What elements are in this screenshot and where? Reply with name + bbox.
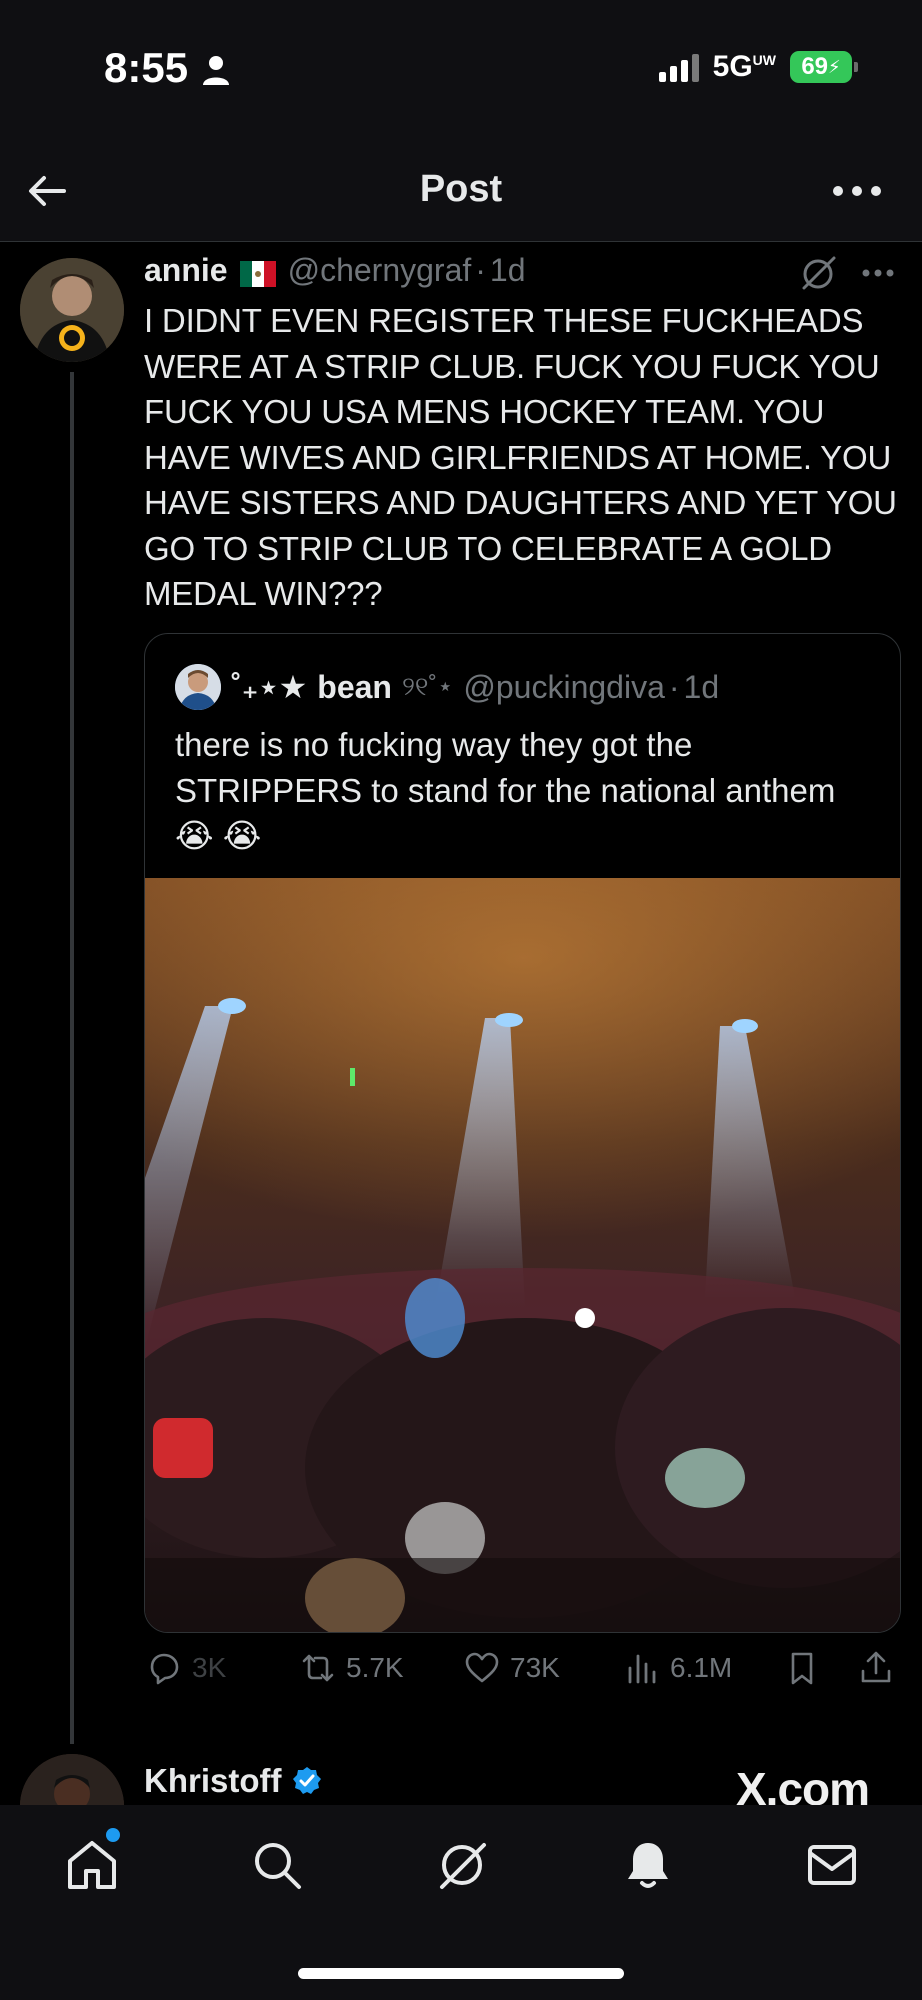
tweet-header: annie @chernygraf · 1d [144,252,526,289]
repost-icon [302,1654,334,1682]
heart-icon [465,1652,499,1683]
quote-name-suffix: ୨୧˚⋆ [401,671,454,701]
separator: · [475,252,486,288]
reply-count: 3K [192,1652,227,1683]
search-icon[interactable] [249,1837,305,1893]
grok-icon[interactable] [434,1837,490,1893]
quote-header: ˚₊⋆★ bean ୨୧˚⋆ @puckingdiva · 1d [175,664,719,710]
quote-author-name: bean [317,668,392,705]
quote-text: there is no fucking way they got the STR… [175,726,836,854]
reply-button[interactable]: 3K [146,1650,226,1686]
post-header: Post [0,140,922,242]
view-count: 6.1M [670,1652,733,1683]
like-count: 73K [510,1652,560,1683]
battery-icon: 69 ⚡ [790,51,858,83]
signal-icon [658,52,699,82]
separator: · [668,668,680,705]
tweet-actions: 3K 5.7K 73K 6.1M [144,1650,904,1698]
person-icon [203,56,229,85]
quoted-tweet[interactable]: ˚₊⋆★ bean ୨୧˚⋆ @puckingdiva · 1d there i… [144,633,901,1633]
repost-count: 5.7K [346,1652,404,1683]
tweet-text: I DIDNT EVEN REGISTER THESE FUCKHEADS WE… [144,302,897,612]
quote-name-decoration: ˚₊⋆★ [231,669,308,705]
page-title: Post [419,168,503,210]
mexico-flag-icon [239,258,276,287]
grok-icon[interactable] [800,254,838,292]
repost-button[interactable]: 5.7K [300,1650,404,1686]
views-icon [628,1654,656,1684]
avatar[interactable] [20,258,124,362]
status-time: 8:55 [104,44,189,91]
views-button[interactable]: 6.1M [624,1650,732,1686]
video-frame [145,878,900,1632]
status-indicators: 5GUW 69 ⚡ [658,50,858,84]
home-icon[interactable] [64,1837,120,1893]
reply-author-name[interactable]: Khristoff [144,1762,281,1800]
network-label: 5GUW [712,50,776,83]
quote-avatar [175,664,221,710]
quote-timestamp: 1d [683,668,720,705]
tweet-more-icon[interactable] [862,268,894,278]
more-options-icon[interactable] [832,184,882,198]
status-bar: 8:55 5GUW 69 ⚡ [0,0,922,140]
timestamp[interactable]: 1d [490,252,526,289]
thread-line [70,372,74,1744]
share-button[interactable] [858,1650,894,1686]
messages-icon[interactable] [804,1837,860,1893]
video-player[interactable] [145,878,900,1632]
verified-badge-icon [293,1767,322,1794]
like-button[interactable]: 73K [464,1650,560,1686]
author-handle[interactable]: @chernygraf [288,252,472,289]
quote-author-handle: @puckingdiva [463,668,665,705]
bookmark-button[interactable] [784,1650,820,1686]
bookmark-icon [791,1652,813,1685]
home-indicator[interactable] [298,1968,624,1979]
share-icon [861,1651,891,1683]
author-name[interactable]: annie [144,252,228,289]
notifications-icon[interactable] [620,1837,676,1893]
reply-author: Khristoff [144,1762,323,1800]
reply-icon [150,1653,179,1685]
notification-dot [106,1828,120,1842]
